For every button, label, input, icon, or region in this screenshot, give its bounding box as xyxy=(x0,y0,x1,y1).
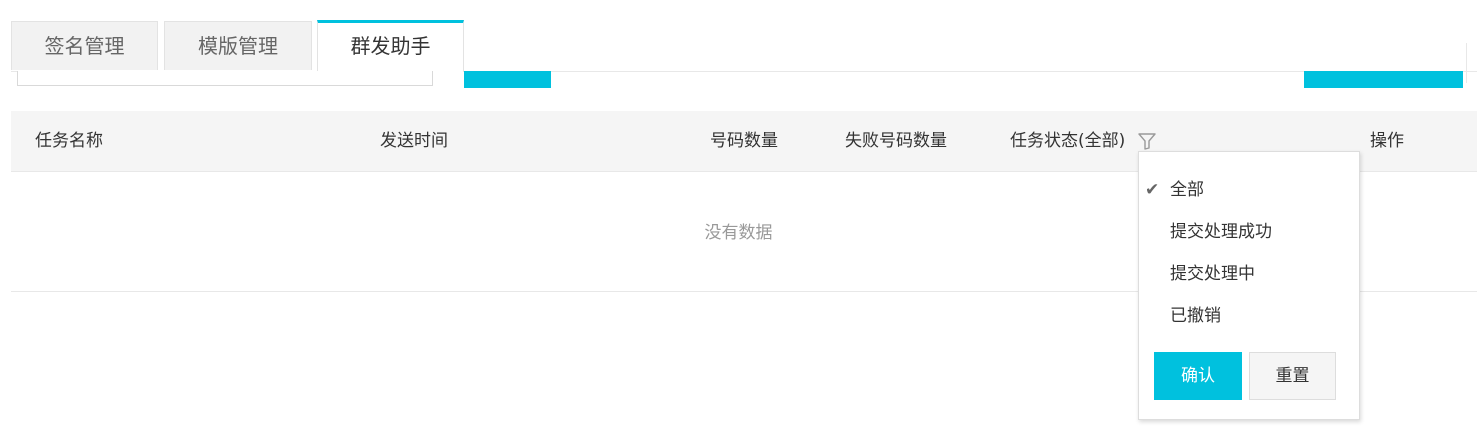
tab-template-management[interactable]: 模版管理 xyxy=(164,21,312,70)
column-number-count: 号码数量 xyxy=(710,131,778,151)
filter-option-label: 提交处理中 xyxy=(1170,264,1255,284)
tab-signature-management[interactable]: 签名管理 xyxy=(11,21,158,70)
confirm-button[interactable]: 确认 xyxy=(1154,352,1242,400)
tab-bulk-send-assistant[interactable]: 群发助手 xyxy=(317,20,464,72)
status-filter-dropdown: ✔ 全部 提交处理成功 提交处理中 已撤销 确认 重置 xyxy=(1138,151,1360,420)
column-send-time: 发送时间 xyxy=(380,131,448,151)
filter-option-label: 提交处理成功 xyxy=(1170,222,1272,242)
reset-button[interactable]: 重置 xyxy=(1249,352,1336,400)
filter-option-processing[interactable]: 提交处理中 xyxy=(1139,254,1359,294)
column-failed-count: 失败号码数量 xyxy=(845,131,947,151)
tab-bar: 签名管理 模版管理 群发助手 xyxy=(11,20,1477,72)
column-actions: 操作 xyxy=(1370,131,1404,151)
search-input[interactable] xyxy=(17,71,433,86)
panel-edge xyxy=(1466,43,1467,83)
search-button[interactable] xyxy=(464,71,551,88)
filter-option-label: 全部 xyxy=(1170,180,1204,200)
filter-option-label: 已撤销 xyxy=(1170,306,1221,326)
filter-option-revoked[interactable]: 已撤销 xyxy=(1139,296,1359,336)
filter-option-all[interactable]: ✔ 全部 xyxy=(1139,170,1359,210)
column-task-status: 任务状态(全部) xyxy=(1010,131,1126,151)
filter-option-success[interactable]: 提交处理成功 xyxy=(1139,212,1359,252)
create-task-button[interactable] xyxy=(1304,71,1463,88)
filter-icon[interactable] xyxy=(1136,130,1158,152)
column-task-name: 任务名称 xyxy=(35,131,103,151)
check-icon: ✔ xyxy=(1145,180,1160,200)
